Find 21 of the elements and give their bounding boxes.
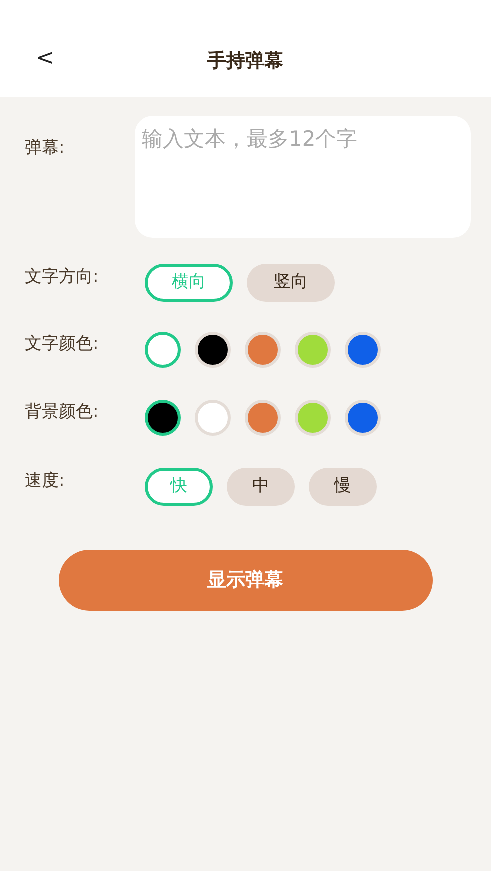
field-label: 文字方向: bbox=[25, 266, 100, 290]
page-title: 手持弹幕 bbox=[208, 49, 284, 74]
color-swatch[interactable] bbox=[345, 332, 381, 368]
color-swatch[interactable] bbox=[295, 400, 331, 436]
color-swatch[interactable] bbox=[145, 332, 181, 368]
color-swatch[interactable] bbox=[145, 400, 181, 436]
option-pill[interactable]: 慢 bbox=[309, 468, 377, 506]
color-swatch[interactable] bbox=[245, 400, 281, 436]
color-swatch[interactable] bbox=[195, 400, 231, 436]
color-swatch[interactable] bbox=[295, 332, 331, 368]
field-label: 速度: bbox=[25, 470, 66, 494]
field-label: 弹幕: bbox=[25, 137, 66, 160]
option-pill[interactable]: 中 bbox=[227, 468, 295, 506]
field-label: 背景颜色: bbox=[25, 401, 100, 424]
option-pill[interactable]: 竖向 bbox=[247, 264, 335, 302]
color-swatch[interactable] bbox=[245, 332, 281, 368]
color-swatch[interactable] bbox=[345, 400, 381, 436]
back-button[interactable]: < bbox=[36, 48, 54, 70]
field-label: 文字颜色: bbox=[25, 333, 100, 356]
color-swatch[interactable] bbox=[195, 332, 231, 368]
text-input-field[interactable]: 输入文本，最多12个字 bbox=[135, 116, 471, 238]
